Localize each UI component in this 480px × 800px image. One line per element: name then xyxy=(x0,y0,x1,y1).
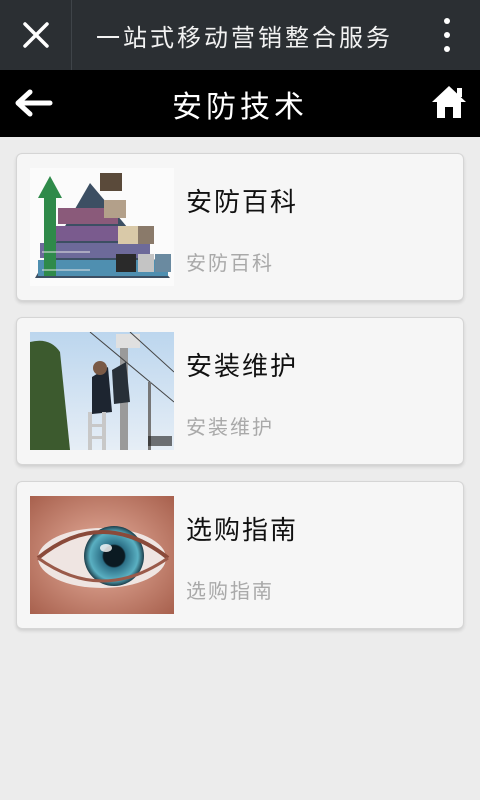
card-list: 安防百科 安防百科 安装维护 安装维护 选购指南 选购指南 xyxy=(0,137,480,629)
card-buying-guide[interactable]: 选购指南 选购指南 xyxy=(16,481,464,629)
nav-bar: 安防技术 xyxy=(0,70,480,137)
arrow-left-icon[interactable] xyxy=(14,88,54,118)
card-title: 选购指南 xyxy=(186,516,299,546)
more-vertical-icon[interactable] xyxy=(442,18,452,52)
close-button[interactable] xyxy=(0,0,72,70)
card-installation-maintenance[interactable]: 安装维护 安装维护 xyxy=(16,317,464,465)
technicians-pole-image xyxy=(30,332,174,450)
window-title: 一站式移动营销整合服务 xyxy=(96,23,393,52)
card-security-wiki[interactable]: 安防百科 安防百科 xyxy=(16,153,464,301)
card-subtitle: 安防百科 xyxy=(186,251,274,275)
security-pyramid-image xyxy=(30,168,174,286)
page-title: 安防技术 xyxy=(172,89,308,125)
card-title: 安防百科 xyxy=(186,188,299,218)
top-bar: 一站式移动营销整合服务 xyxy=(0,0,480,70)
card-title: 安装维护 xyxy=(186,352,299,382)
eye-closeup-image xyxy=(30,496,174,614)
close-icon xyxy=(22,22,49,48)
card-subtitle: 选购指南 xyxy=(186,579,274,603)
card-subtitle: 安装维护 xyxy=(186,415,274,439)
home-icon[interactable] xyxy=(430,84,468,120)
